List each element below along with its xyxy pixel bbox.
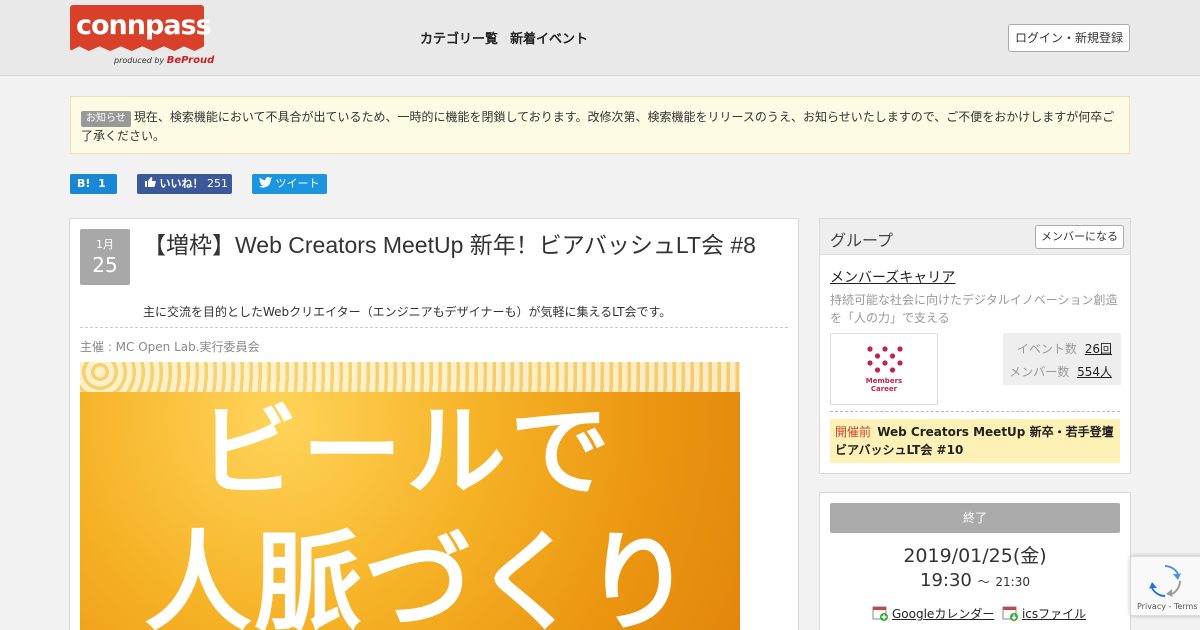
group-heading: グループ	[830, 231, 894, 250]
members-count-link[interactable]: 554人	[1077, 365, 1112, 379]
event-datetime-panel: 終了 2019/01/25(金) 19:30 ～ 21:30 Googleカレン…	[819, 492, 1131, 630]
members-count-label: メンバー数	[1009, 365, 1070, 379]
events-count-link[interactable]: 26回	[1085, 342, 1112, 356]
event-day: 25	[92, 253, 118, 277]
recaptcha-footer-text[interactable]: Privacy - Terms	[1137, 602, 1198, 611]
event-month: 1月	[96, 238, 114, 251]
hatena-count: 1	[98, 177, 106, 190]
events-count-row: イベント数 26回	[1017, 340, 1112, 357]
event-end-time: 21:30	[995, 575, 1030, 589]
group-logo[interactable]: Members Career	[830, 333, 938, 405]
logo-subtitle: produced by BeProud	[114, 55, 214, 66]
logo-sub-brand: BeProud	[166, 55, 215, 66]
logo-caption-line2: Career	[870, 385, 898, 393]
like-label: いいね！	[159, 177, 204, 190]
login-signup-button[interactable]: ログイン・新規登録	[1008, 24, 1130, 52]
title-divider	[80, 327, 788, 328]
event-date: 2019/01/25(金)	[903, 545, 1047, 567]
ics-download-icon	[1002, 606, 1018, 621]
site-header: connpass produced by BeProud カテゴリー覧 新着イベ…	[0, 0, 1200, 76]
time-separator: ～	[977, 575, 990, 589]
upcoming-event-card[interactable]: 開催前 Web Creators MeetUp 新卒・若手登壇ビアバッシュLT会…	[830, 419, 1120, 463]
event-time: 19:30 ～ 21:30	[820, 570, 1130, 591]
members-count-row: メンバー数 554人	[1009, 363, 1112, 380]
thumbs-up-icon	[145, 177, 156, 187]
hatena-bookmark-button[interactable]: B! 1	[70, 174, 117, 194]
event-status-ended-button: 終了	[830, 503, 1120, 533]
logo-text: connpass	[76, 10, 212, 41]
banner-text-line2: 人脈づくり	[144, 521, 695, 630]
events-count-label: イベント数	[1016, 342, 1077, 356]
group-divider	[830, 411, 1120, 412]
google-calendar-link[interactable]: Googleカレンダー	[892, 607, 994, 621]
tweet-label: ツイート	[275, 177, 320, 190]
logo-caption-line1: Members	[865, 377, 903, 385]
nav-categories-link[interactable]: カテゴリー覧	[420, 28, 498, 47]
group-name-link[interactable]: メンバーズキャリア	[830, 267, 955, 287]
tweet-button[interactable]: ツイート	[252, 174, 327, 194]
event-start-time: 19:30	[920, 570, 972, 591]
event-main-panel: 1月 25 【増枠】Web Creators MeetUp 新年！ビアバッシュL…	[69, 218, 799, 630]
event-date-badge: 1月 25	[80, 229, 130, 285]
ics-file-link[interactable]: icsファイル	[1022, 607, 1086, 621]
upcoming-event-title[interactable]: Web Creators MeetUp 新卒・若手登壇ビアバッシュLT会 #10	[835, 425, 1114, 457]
recaptcha-icon	[1149, 565, 1181, 597]
notice-badge: お知らせ	[81, 111, 131, 127]
notice-banner: お知らせ 現在、検索機能において不具合が出ているため、一時的に機能を閉鎖しておりま…	[70, 96, 1130, 154]
event-organizer: 主催 : MC Open Lab.実行委員会	[80, 340, 260, 354]
group-panel: グループ メンバーになる メンバーズキャリア 持続可能な社会に向けたデジタルイノ…	[819, 218, 1131, 474]
members-career-logo-mark	[867, 346, 903, 373]
group-panel-header: グループ メンバーになる	[820, 219, 1130, 255]
group-stats: イベント数 26回 メンバー数 554人	[1003, 333, 1121, 385]
calendar-add-icon	[872, 606, 888, 621]
recaptcha-badge[interactable]: Privacy - Terms	[1130, 556, 1200, 616]
event-banner-image: ビールで 人脈づくり	[80, 362, 740, 630]
event-description: 主に交流を目的としたWebクリエイター（エンジニアもデザイナーも）が気軽に集える…	[143, 305, 672, 319]
facebook-like-button[interactable]: いいね！ 251	[137, 174, 232, 194]
calendar-links: Googleカレンダー icsファイル	[872, 605, 1086, 622]
logo-sub-prefix: produced by	[114, 56, 165, 65]
group-logo-caption: Members Career	[831, 377, 937, 393]
banner-text-line1: ビールで	[198, 393, 614, 510]
notice-text: 現在、検索機能において不具合が出ているため、一時的に機能を閉鎖しております。改修…	[81, 110, 1115, 143]
connpass-logo[interactable]: connpass produced by BeProud	[70, 5, 214, 69]
upcoming-status-tag: 開催前	[835, 425, 872, 439]
hatena-icon: B!	[77, 177, 91, 190]
twitter-bird-icon	[259, 177, 272, 188]
like-count: 251	[207, 177, 228, 190]
nav-new-events-link[interactable]: 新着イベント	[510, 28, 588, 47]
event-title: 【増枠】Web Creators MeetUp 新年！ビアバッシュLT会 #8	[143, 232, 756, 258]
join-group-button[interactable]: メンバーになる	[1035, 225, 1124, 249]
group-description: 持続可能な社会に向けたデジタルイノベーション創造を「人の力」で支える	[830, 293, 1118, 325]
